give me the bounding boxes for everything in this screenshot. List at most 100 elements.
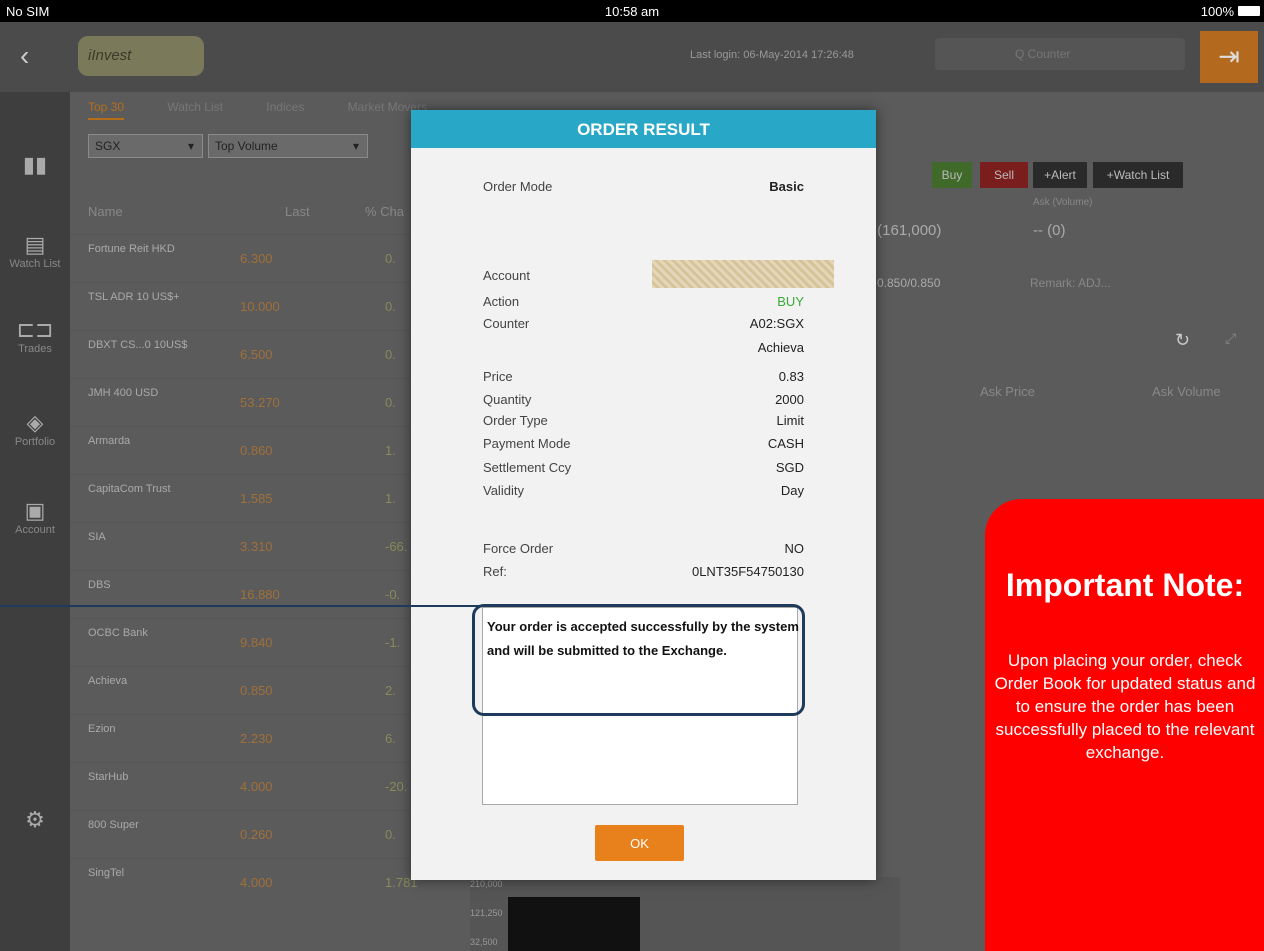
- sidebar-item-portfolio[interactable]: ◈ Portfolio: [0, 410, 70, 448]
- important-note-callout: Important Note: Upon placing your order,…: [985, 499, 1264, 951]
- expand-icon[interactable]: ⤢: [1225, 330, 1236, 347]
- stock-change: 0.: [385, 299, 396, 314]
- sidebar-item-watchlist[interactable]: ▤ Watch List: [0, 232, 70, 270]
- stock-row[interactable]: Fortune Reit HKD 6.300 0.: [70, 234, 460, 282]
- stock-name: DBS: [88, 579, 111, 591]
- stock-last: 3.310: [240, 539, 273, 554]
- exchange-select[interactable]: SGX ▾: [88, 134, 203, 158]
- stock-last: 10.000: [240, 299, 280, 314]
- ask-volume-header: Ask Volume: [1152, 384, 1221, 399]
- sort-select[interactable]: Top Volume ▾: [208, 134, 368, 158]
- stock-last: 2.230: [240, 731, 273, 746]
- order-mode-label: Order Mode: [483, 179, 553, 194]
- account-label: Account: [483, 268, 530, 283]
- stock-name: Fortune Reit HKD: [88, 243, 175, 255]
- stock-last: 1.585: [240, 491, 273, 506]
- note-title: Important Note:: [1005, 567, 1245, 603]
- stock-row[interactable]: TSL ADR 10 US$+ 10.000 0.: [70, 282, 460, 330]
- refresh-icon[interactable]: ↻: [1175, 330, 1190, 351]
- sidebar-item-market[interactable]: ▮▮: [0, 152, 70, 178]
- clock: 10:58 am: [604, 4, 660, 19]
- price-label: Price: [483, 369, 513, 384]
- stock-row[interactable]: SIA 3.310 -66.: [70, 522, 460, 570]
- sell-button[interactable]: Sell: [980, 162, 1028, 188]
- stock-name: SIA: [88, 531, 106, 543]
- counter-label: Counter: [483, 316, 530, 331]
- stock-row[interactable]: Ezion 2.230 6.: [70, 714, 460, 762]
- add-watchlist-button[interactable]: +Watch List: [1093, 162, 1183, 188]
- tab-indices[interactable]: Indices: [266, 100, 304, 114]
- last-login: Last login: 06-May-2014 17:26:48: [690, 49, 854, 61]
- chevron-down-icon: ▾: [352, 139, 359, 153]
- volume-chart: 210,000 121,250 32,500: [470, 877, 900, 951]
- chevron-down-icon: ▾: [187, 139, 194, 153]
- quantity-value: 2000: [775, 392, 804, 407]
- stock-last: 0.260: [240, 827, 273, 842]
- payment-mode-value: CASH: [767, 436, 804, 451]
- stock-row[interactable]: Armarda 0.860 1.: [70, 426, 460, 474]
- ref-value: 0LNT35F54750130: [691, 564, 804, 579]
- stock-row[interactable]: DBS 16.880 -0.: [70, 570, 460, 618]
- stock-last: 6.500: [240, 347, 273, 362]
- validity-label: Validity: [483, 483, 524, 498]
- sidebar-item-account[interactable]: ▣ Account: [0, 498, 70, 536]
- settlement-ccy-value: SGD: [775, 460, 804, 475]
- logout-icon[interactable]: ⇥: [1200, 31, 1258, 83]
- stock-last: 4.000: [240, 779, 273, 794]
- stock-row[interactable]: 800 Super 0.260 0.: [70, 810, 460, 858]
- annotation-pointer-line: [0, 605, 550, 607]
- ok-button[interactable]: OK: [595, 825, 684, 861]
- stock-row[interactable]: DBXT CS...0 10US$ 6.500 0.: [70, 330, 460, 378]
- stock-row[interactable]: SingTel 4.000 1.781: [70, 858, 460, 906]
- stock-last: 4.000: [240, 875, 273, 890]
- stock-last: 9.840: [240, 635, 273, 650]
- order-type-value: Limit: [776, 413, 804, 428]
- stock-name: SingTel: [88, 867, 125, 879]
- remark: Remark: ADJ...: [1030, 276, 1111, 290]
- stock-name: Ezion: [88, 723, 116, 735]
- ask-volume: -- (0): [1033, 222, 1066, 239]
- bid-volume: ) (161,000): [868, 222, 942, 239]
- ask-price-header: Ask Price: [980, 384, 1035, 399]
- stock-change: 0.: [385, 347, 396, 362]
- counter-name: Achieva: [757, 340, 804, 355]
- buy-button[interactable]: Buy: [932, 162, 972, 188]
- stock-change: 1.: [385, 491, 396, 506]
- stock-row[interactable]: CapitaCom Trust 1.585 1.: [70, 474, 460, 522]
- status-bar: No SIM 10:58 am 100%: [0, 0, 1264, 22]
- volume-bar: [508, 897, 640, 951]
- stock-row[interactable]: StarHub 4.000 -20.: [70, 762, 460, 810]
- stock-row[interactable]: JMH 400 USD 53.270 0.: [70, 378, 460, 426]
- sidebar-item-trades[interactable]: ⊏⊐ Trades: [0, 317, 70, 355]
- stock-last: 0.860: [240, 443, 273, 458]
- stock-name: JMH 400 USD: [88, 387, 159, 399]
- stock-row[interactable]: OCBC Bank 9.840 -1.: [70, 618, 460, 666]
- sidebar: ▮▮ ▤ Watch List ⊏⊐ Trades ◈ Portfolio ▣ Acco…: [0, 92, 70, 951]
- app-logo: iInvest: [78, 36, 204, 76]
- tab-watchlist[interactable]: Watch List: [167, 100, 223, 114]
- back-icon[interactable]: ‹: [20, 40, 50, 71]
- sidebar-item-settings[interactable]: ⚙: [0, 807, 70, 833]
- stock-change: 0.: [385, 827, 396, 842]
- quantity-label: Quantity: [483, 392, 532, 407]
- add-alert-button[interactable]: +Alert: [1033, 162, 1087, 188]
- portfolio-icon: ◈: [26, 410, 44, 435]
- stock-change: -1.: [385, 635, 401, 650]
- stock-name: OCBC Bank: [88, 627, 148, 639]
- stock-name: TSL ADR 10 US$+: [88, 291, 180, 303]
- counter-search-input[interactable]: Q Counter: [935, 38, 1185, 70]
- battery-percent: 100%: [1200, 4, 1234, 19]
- stock-change: -66.: [385, 539, 408, 554]
- validity-value: Day: [780, 483, 804, 498]
- stock-row[interactable]: Achieva 0.850 2.: [70, 666, 460, 714]
- stock-change: -0.: [385, 587, 401, 602]
- stock-last: 6.300: [240, 251, 273, 266]
- tab-top30[interactable]: Top 30: [88, 100, 125, 120]
- chart-icon: ▮▮: [22, 152, 48, 177]
- order-type-label: Order Type: [483, 413, 548, 428]
- stock-name: Achieva: [88, 675, 128, 687]
- stock-name: StarHub: [88, 771, 129, 783]
- stock-last: 0.850: [240, 683, 273, 698]
- stock-change: -20.: [385, 779, 408, 794]
- order-mode-value: Basic: [769, 179, 804, 194]
